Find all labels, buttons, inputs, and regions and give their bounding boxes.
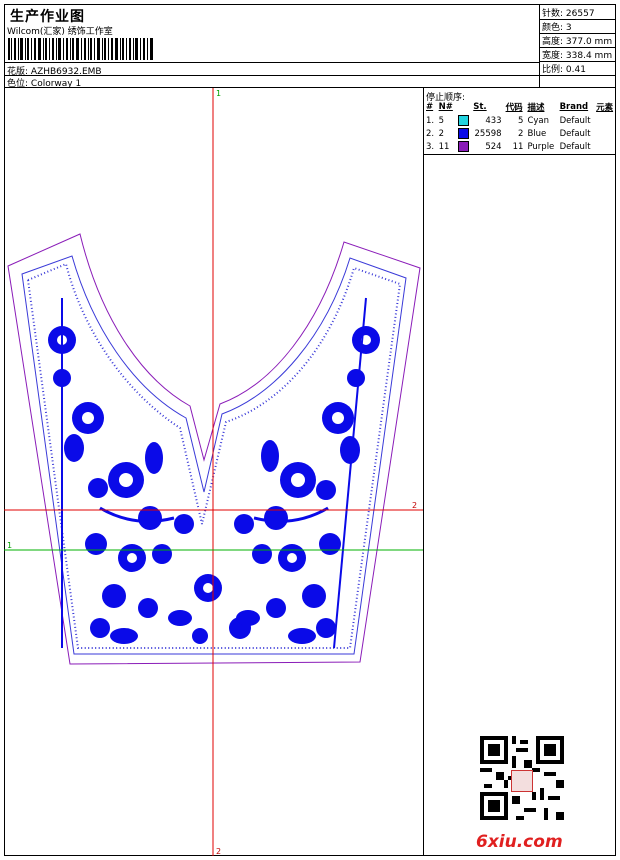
color-swatch	[457, 141, 469, 152]
table-row: 1. 5 433 5 Cyan Default	[426, 115, 591, 126]
stats-panel: 针数: 26557 颜色: 3 高度: 377.0 mm 宽度: 338.4 m…	[540, 4, 616, 88]
color-swatch	[457, 115, 469, 126]
site-watermark: 6xiu.com	[476, 832, 563, 852]
guide-label-green: 1	[7, 541, 12, 550]
company-name: Wilcom(汇家) 绣饰工作室	[7, 27, 113, 37]
color-swatch	[457, 128, 469, 139]
seal-stamp-icon	[511, 770, 533, 792]
stat-scale: 比例: 0.41	[542, 65, 586, 75]
stop-sequence-panel: 停止顺序: # N# St. 代码 描述 Brand 元素 1. 5 433 5…	[424, 88, 616, 856]
stat-stitches: 针数: 26557	[542, 9, 595, 19]
stat-width: 宽度: 338.4 mm	[542, 51, 613, 61]
stop-sequence-table: # N# St. 代码 描述 Brand 元素 1. 5 433 5 Cyan …	[424, 100, 616, 153]
guide-label-top: 1	[216, 89, 221, 98]
guide-label-red: 2	[412, 501, 417, 510]
embroidery-preview: 1 2 2 1	[4, 88, 423, 856]
guide-label-bottom: 2	[216, 847, 221, 856]
header-divider	[4, 62, 539, 63]
table-row: 2. 2 25598 2 Blue Default	[426, 128, 591, 139]
stat-colors: 颜色: 3	[542, 23, 572, 33]
stat-height: 高度: 377.0 mm	[542, 37, 613, 47]
table-row: 3. 11 524 11 Purple Default	[426, 141, 591, 152]
header-divider	[4, 75, 539, 76]
header-panel: 生产作业图 Wilcom(汇家) 绣饰工作室 花版: AZHB6932.EMB …	[4, 4, 540, 89]
table-header: # N# St. 代码 描述 Brand 元素	[426, 102, 614, 113]
design-canvas: 1 2 2 1	[4, 88, 424, 856]
barcode-icon	[8, 38, 153, 60]
side-divider	[424, 154, 616, 155]
page-title: 生产作业图	[10, 9, 85, 25]
